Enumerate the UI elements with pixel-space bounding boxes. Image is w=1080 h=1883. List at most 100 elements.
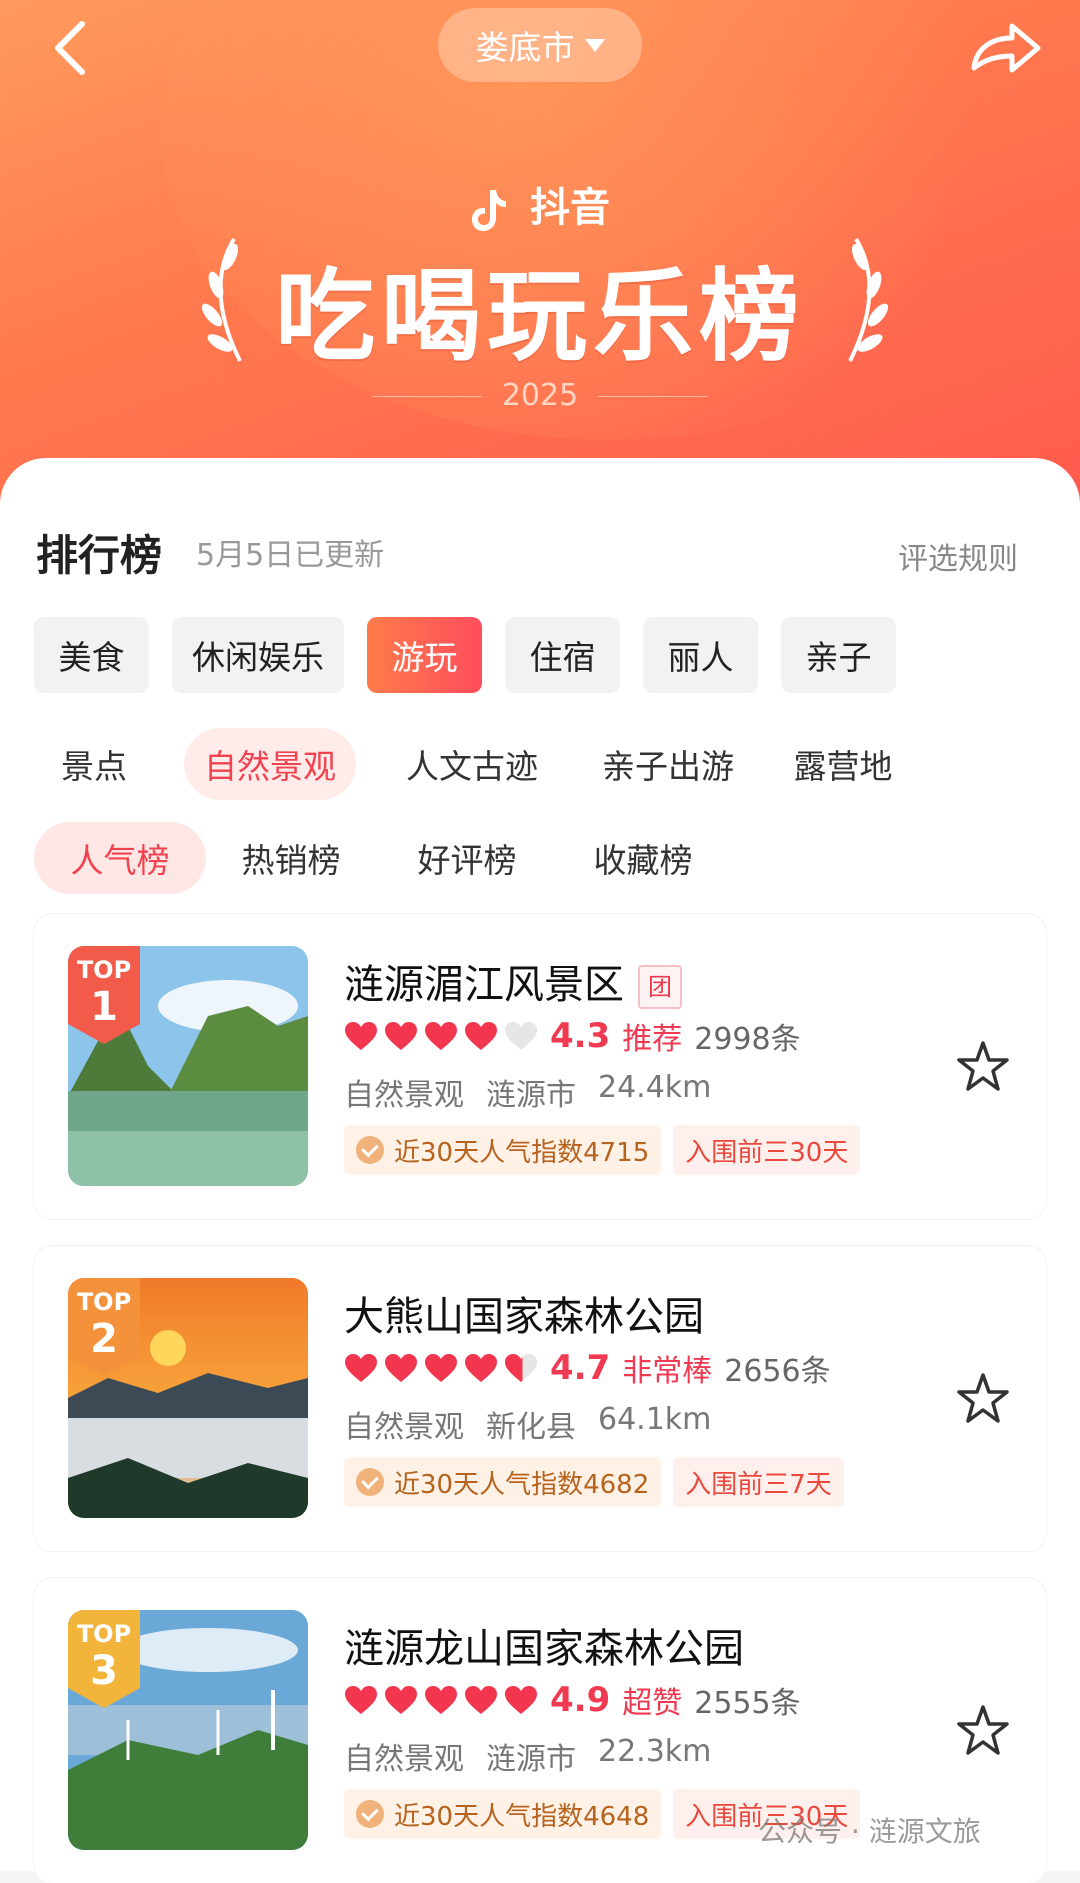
ranking-type-tab[interactable]: 收藏榜 (568, 822, 718, 894)
watermark: 公众号 · 涟源文旅 (758, 1815, 981, 1848)
city-selector[interactable]: 娄底市 (438, 8, 642, 82)
rating-row: 4.3 推荐 2998条 (344, 1014, 801, 1058)
category-tab[interactable]: 亲子 (781, 617, 896, 693)
rank-top-label: TOP (76, 956, 132, 984)
heart-empty-icon (505, 1022, 537, 1050)
page-title: 吃喝玩乐榜 (275, 258, 805, 375)
attraction-type: 自然景观 (344, 1410, 464, 1445)
attraction-photo: TOP 1 (68, 946, 308, 1186)
rating-row: 4.7 非常棒 2656条 (344, 1346, 831, 1390)
category-tabs: 美食 休闲娱乐 游玩 住宿 丽人 亲子 (34, 617, 896, 693)
heart-icon (425, 1354, 457, 1382)
attraction-name-text: 涟源湄江风景区 (344, 962, 624, 1008)
header-banner: 娄底市 抖音 吃喝玩乐榜 2025 (0, 0, 1080, 520)
attraction-meta: 自然景观 涟源市 24.4km (344, 1070, 711, 1114)
subcategory-tab-active[interactable]: 自然景观 (184, 728, 356, 800)
attraction-location: 涟源市 (486, 1078, 576, 1113)
year-label: 2025 (0, 378, 1080, 413)
category-tab[interactable]: 住宿 (505, 617, 620, 693)
popularity-tag: 近30天人气指数4715 (344, 1125, 662, 1175)
rank-badge: TOP 2 (68, 1278, 140, 1378)
check-badge-icon (356, 1800, 384, 1828)
subcategory-tab[interactable]: 景点 (34, 728, 154, 800)
group-buy-badge: 团 (638, 965, 682, 1009)
ranking-card[interactable]: TOP 1 涟源湄江风景区团 4.3 推荐 2998条 自然景观 涟源市 24.… (34, 914, 1046, 1219)
category-tab[interactable]: 美食 (34, 617, 149, 693)
heart-half-icon (505, 1354, 537, 1382)
rating-score: 4.7 (550, 1348, 611, 1388)
attraction-name: 涟源龙山国家森林公园 (344, 1616, 744, 1674)
ranking-type-tab[interactable]: 热销榜 (216, 822, 366, 894)
subcategory-tab[interactable]: 人文古迹 (386, 728, 558, 800)
douyin-brand: 抖音 (0, 175, 1080, 233)
heart-icon (465, 1686, 497, 1714)
heart-icon (345, 1022, 377, 1050)
attraction-name: 涟源湄江风景区团 (344, 952, 682, 1010)
rank-number: 3 (90, 1648, 118, 1694)
rank-number: 2 (90, 1316, 118, 1362)
caret-down-icon (584, 38, 605, 52)
attraction-distance: 22.3km (598, 1734, 712, 1769)
back-arrow-icon[interactable] (44, 18, 104, 78)
heart-icon (465, 1022, 497, 1050)
rating-score: 4.3 (550, 1016, 611, 1056)
share-icon[interactable] (966, 18, 1046, 78)
rank-top-label: TOP (76, 1620, 132, 1648)
subcategory-tab[interactable]: 露营地 (778, 728, 908, 800)
brand-name: 抖音 (529, 185, 610, 231)
rank-badge: TOP 3 (68, 1610, 140, 1710)
attraction-distance: 24.4km (598, 1070, 712, 1105)
check-badge-icon (356, 1136, 384, 1164)
popularity-tag: 近30天人气指数4682 (344, 1457, 662, 1507)
attraction-location: 涟源市 (486, 1742, 576, 1777)
attraction-name: 大熊山国家森林公园 (344, 1284, 704, 1342)
heart-icon (345, 1686, 377, 1714)
heart-icon (425, 1022, 457, 1050)
heart-icon (425, 1686, 457, 1714)
rules-link[interactable]: 评选规则 (898, 534, 1018, 578)
attraction-meta: 自然景观 新化县 64.1km (344, 1402, 711, 1446)
douyin-logo-icon (472, 190, 507, 231)
popularity-tag: 近30天人气指数4648 (344, 1789, 662, 1839)
favorite-star-icon[interactable] (956, 1372, 1010, 1424)
heart-icon (465, 1354, 497, 1382)
heart-icon (505, 1686, 537, 1714)
subcategory-tabs: 景点 自然景观 人文古迹 亲子出游 露营地 (34, 728, 908, 800)
attraction-name-text: 大熊山国家森林公园 (344, 1294, 704, 1340)
attraction-location: 新化县 (486, 1410, 576, 1445)
city-label: 娄底市 (475, 28, 575, 67)
attraction-photo: TOP 2 (68, 1278, 308, 1518)
rating-score: 4.9 (550, 1680, 611, 1720)
heart-icon (385, 1354, 417, 1382)
top3-tag: 入围前三30天 (673, 1125, 861, 1175)
category-tab-active[interactable]: 游玩 (367, 617, 482, 693)
popularity-text: 近30天人气指数4682 (394, 1469, 650, 1500)
attraction-type: 自然景观 (344, 1078, 464, 1113)
rating-row: 4.9 超赞 2555条 (344, 1678, 801, 1722)
favorite-star-icon[interactable] (956, 1704, 1010, 1756)
rank-top-label: TOP (76, 1288, 132, 1316)
ranking-card[interactable]: TOP 2 大熊山国家森林公园 4.7 非常棒 2656条 自然景观 新化县 6… (34, 1246, 1046, 1551)
heart-icon (385, 1686, 417, 1714)
ranking-type-tab[interactable]: 好评榜 (392, 822, 542, 894)
laurel-right-icon (848, 237, 889, 362)
favorite-star-icon[interactable] (956, 1040, 1010, 1092)
attraction-meta: 自然景观 涟源市 22.3km (344, 1734, 711, 1778)
rating-word: 超赞 (622, 1686, 683, 1721)
rank-badge: TOP 1 (68, 946, 140, 1046)
ranking-type-tabs: 人气榜 热销榜 好评榜 收藏榜 (34, 822, 718, 894)
ranking-type-active[interactable]: 人气榜 (34, 822, 206, 894)
review-count: 2656条 (724, 1354, 831, 1389)
subcategory-tab[interactable]: 亲子出游 (582, 728, 754, 800)
review-count: 2555条 (694, 1686, 801, 1721)
attraction-distance: 64.1km (598, 1402, 712, 1437)
category-tab[interactable]: 丽人 (643, 617, 758, 693)
category-tab[interactable]: 休闲娱乐 (172, 617, 344, 693)
attraction-photo: TOP 3 (68, 1610, 308, 1850)
review-count: 2998条 (694, 1022, 801, 1057)
tag-row: 近30天人气指数4682 入围前三7天 (344, 1457, 844, 1507)
popularity-text: 近30天人气指数4715 (394, 1137, 650, 1168)
top3-tag: 入围前三7天 (673, 1457, 844, 1507)
rank-number: 1 (90, 984, 118, 1030)
rating-word: 非常棒 (622, 1354, 713, 1389)
